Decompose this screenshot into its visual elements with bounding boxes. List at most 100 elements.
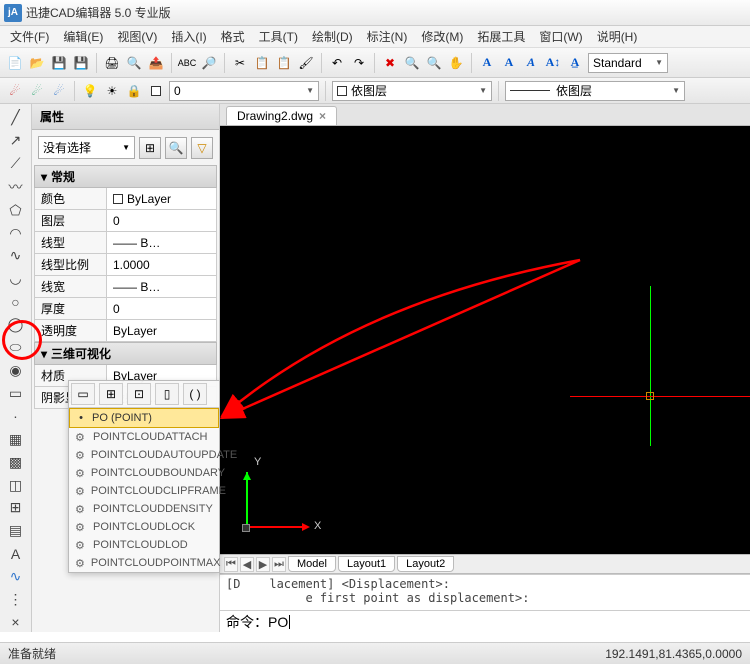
find-icon[interactable]: 🔎 [200,54,218,72]
autocomplete-item[interactable]: •PO (POINT) [69,408,219,428]
layout-tab-model[interactable]: Model [288,556,336,572]
open-icon[interactable]: 📂 [28,54,46,72]
property-value[interactable]: 0 [107,298,216,319]
save-icon[interactable]: 💾 [50,54,68,72]
property-row[interactable]: 厚度0 [34,298,217,320]
property-value[interactable]: —— B… [107,276,216,297]
text-style-combo[interactable]: Standard▼ [588,53,668,73]
point-icon[interactable]: · [6,407,26,426]
insert-icon[interactable]: ⊞ [6,499,26,518]
zoom1-icon[interactable]: 🔍 [403,54,421,72]
xline-icon[interactable]: ⟋ [6,154,26,173]
ac-btn3[interactable]: ⊡ [127,383,151,405]
menu-edit[interactable]: 编辑(E) [63,28,103,45]
autocomplete-item[interactable]: ⚙POINTCLOUDLOD [69,536,219,554]
quickselect-icon[interactable]: ⊞ [139,137,161,159]
menu-ext[interactable]: 拓展工具 [477,28,525,45]
linetype-combo[interactable]: 依图层▼ [505,81,685,101]
menu-tools[interactable]: 工具(T) [259,28,298,45]
layer-tool3-icon[interactable]: ☄ [50,82,68,100]
layer-tool1-icon[interactable]: ☄ [6,82,24,100]
menu-help[interactable]: 说明(H) [597,28,638,45]
more-icon[interactable]: ⋮ [6,590,26,609]
publish-icon[interactable]: 📤 [147,54,165,72]
ac-btn5[interactable]: ( ) [183,383,207,405]
undo-icon[interactable]: ↶ [328,54,346,72]
text-a1-icon[interactable]: A [478,54,496,72]
tab-close-icon[interactable]: × [319,109,326,123]
preview-icon[interactable]: 🔍 [125,54,143,72]
property-value[interactable]: —— B… [107,232,216,253]
property-row[interactable]: 图层0 [34,210,217,232]
property-value[interactable]: ByLayer [107,188,216,209]
menu-window[interactable]: 窗口(W) [539,28,582,45]
circle-icon[interactable]: ○ [6,292,26,311]
layer-combo[interactable]: 0▼ [169,81,319,101]
selectobj-icon[interactable]: 🔍 [165,137,187,159]
redo-icon[interactable]: ↷ [350,54,368,72]
rect-icon[interactable]: ▭ [6,384,26,403]
ac-btn4[interactable]: ▯ [155,383,179,405]
pan-icon[interactable]: ✋ [447,54,465,72]
spline-icon[interactable]: ∿ [6,247,26,266]
paste-icon[interactable]: 📋 [275,54,293,72]
property-value[interactable]: 0 [107,210,216,231]
selection-combo[interactable]: 没有选择▼ [38,136,135,159]
ac-btn2[interactable]: ⊞ [99,383,123,405]
menu-format[interactable]: 格式 [221,28,245,45]
autocomplete-item[interactable]: ⚙POINTCLOUDAUTOUPDATE [69,446,219,464]
layout-nav-prev[interactable]: ◀ [240,557,254,572]
autocomplete-item[interactable]: ⚙POINTCLOUDPOINTMAX [69,554,219,572]
menu-file[interactable]: 文件(F) [10,28,49,45]
zoom2-icon[interactable]: 🔍 [425,54,443,72]
ray-icon[interactable]: ↗ [6,131,26,150]
polygon-icon[interactable]: ⬠ [6,201,26,220]
menu-draw[interactable]: 绘制(D) [312,28,353,45]
section-3d[interactable]: ▾三维可视化 [34,342,217,365]
hatch-icon[interactable]: ▦ [6,430,26,449]
region-icon[interactable]: ▩ [6,453,26,472]
table-icon[interactable]: ▤ [6,521,26,540]
arc-icon[interactable]: ◠ [6,224,26,243]
menu-insert[interactable]: 插入(I) [171,28,206,45]
menu-dim[interactable]: 标注(N) [367,28,408,45]
color-combo[interactable]: 依图层▼ [332,81,492,101]
layout-nav-first[interactable]: ⏮ [224,557,238,572]
autocomplete-item[interactable]: ⚙POINTCLOUDDENSITY [69,500,219,518]
cut-icon[interactable]: ✂ [231,54,249,72]
menu-view[interactable]: 视图(V) [117,28,157,45]
ellipse-icon[interactable]: ⬭ [6,338,26,357]
line-icon[interactable]: ╱ [6,108,26,127]
property-value[interactable]: 1.0000 [107,254,216,275]
block-icon[interactable]: ◫ [6,476,26,495]
new-icon[interactable]: 📄 [6,54,24,72]
property-row[interactable]: 透明度ByLayer [34,320,217,342]
text-a3-icon[interactable]: A [522,54,540,72]
text-a2-icon[interactable]: A [500,54,518,72]
donut-icon[interactable]: ◉ [6,361,26,380]
erase-icon[interactable]: ✖ [381,54,399,72]
saveall-icon[interactable]: 💾 [72,54,90,72]
layout-nav-next[interactable]: ▶ [256,557,270,572]
menu-modify[interactable]: 修改(M) [421,28,463,45]
layout-tab-2[interactable]: Layout2 [397,556,454,572]
document-tab[interactable]: Drawing2.dwg × [226,106,337,125]
property-row[interactable]: 线型—— B… [34,232,217,254]
command-line[interactable]: 命令： PO [220,610,750,632]
close-side-icon[interactable]: × [6,613,26,632]
property-row[interactable]: 线宽—— B… [34,276,217,298]
autocomplete-item[interactable]: ⚙POINTCLOUDBOUNDARY [69,464,219,482]
filter-icon[interactable]: ▽ [191,137,213,159]
matchprop-icon[interactable]: 🖌 [297,54,315,72]
text-icon[interactable]: A [6,544,26,563]
bulb-icon[interactable]: 💡 [81,82,99,100]
text-a5-icon[interactable]: A̲ [566,54,584,72]
property-row[interactable]: 颜色ByLayer [34,188,217,210]
layout-tab-1[interactable]: Layout1 [338,556,395,572]
lock-icon[interactable]: 🔒 [125,82,143,100]
spell-icon[interactable]: ABC [178,54,196,72]
circle2-icon[interactable]: ◯ [6,315,26,334]
revcloud-icon[interactable]: ∿ [6,567,26,586]
autocomplete-item[interactable]: ⚙POINTCLOUDLOCK [69,518,219,536]
property-row[interactable]: 线型比例1.0000 [34,254,217,276]
